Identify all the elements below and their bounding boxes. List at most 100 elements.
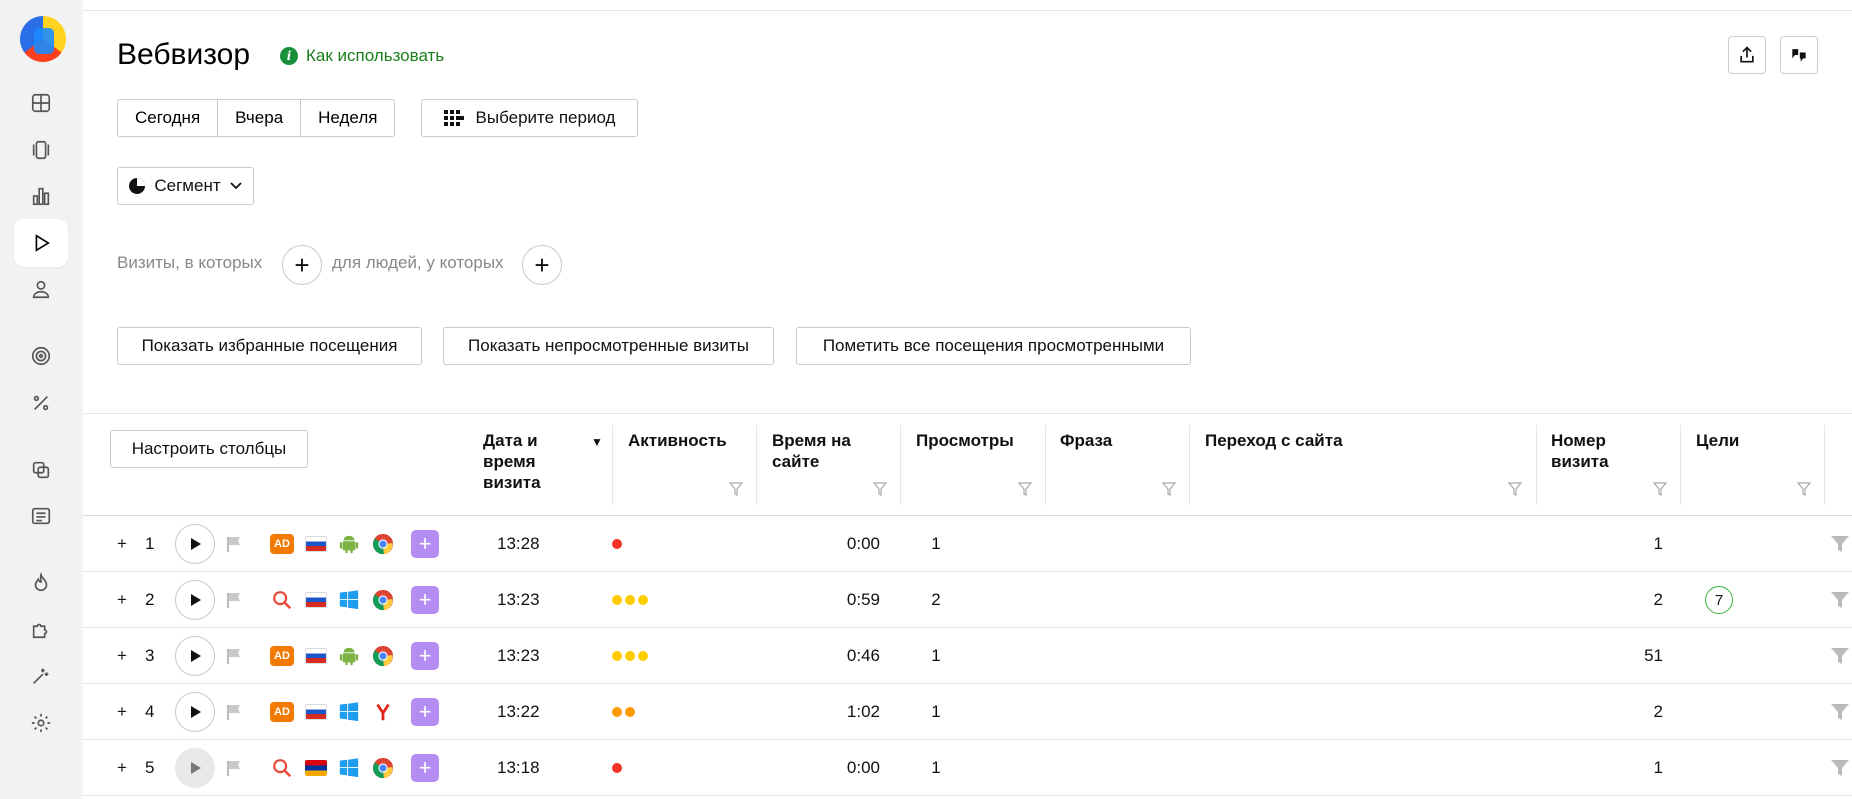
col-time-on-site[interactable]: Время на сайте <box>772 430 851 472</box>
visit-number: 2 <box>1653 702 1663 721</box>
filter-icon[interactable] <box>729 482 743 496</box>
add-people-filter-button[interactable]: + <box>522 245 562 285</box>
col-divider <box>1536 425 1537 505</box>
add-tag-button[interactable]: + <box>411 754 439 782</box>
play-button[interactable] <box>175 636 215 676</box>
favorite-flag-icon[interactable] <box>225 628 243 684</box>
windows-os-icon <box>338 572 360 628</box>
segments-icon[interactable] <box>14 446 68 494</box>
play-button[interactable] <box>175 524 215 564</box>
show-favorites-button[interactable]: Показать избранные посещения <box>117 327 422 365</box>
dashboard-icon[interactable] <box>14 79 68 127</box>
col-divider <box>1680 425 1681 505</box>
row-filter-icon[interactable] <box>1830 684 1850 740</box>
filter-icon[interactable] <box>1797 482 1811 496</box>
row-filter-icon[interactable] <box>1830 516 1850 572</box>
configure-columns-button[interactable]: Настроить столбцы <box>110 430 308 468</box>
sort-desc-icon[interactable]: ▼ <box>591 432 603 453</box>
row-filter-icon[interactable] <box>1830 740 1850 796</box>
reports-icon[interactable] <box>14 172 68 220</box>
ad-source-icon: AD <box>270 702 294 722</box>
country-flag-icon <box>305 592 327 608</box>
audience-icon[interactable] <box>14 265 68 313</box>
filter-icon[interactable] <box>873 482 887 496</box>
row-filter-icon[interactable] <box>1830 628 1850 684</box>
people-filter-label: для людей, у которых <box>332 253 504 272</box>
share-button[interactable] <box>1728 36 1766 74</box>
webvisor-icon[interactable] <box>14 219 68 267</box>
play-icon <box>191 594 201 606</box>
filter-icon[interactable] <box>1508 482 1522 496</box>
sidebar <box>0 0 83 799</box>
table-row[interactable]: +1 AD +13:28 0:00 1 1 <box>83 516 1852 572</box>
settings-list-icon[interactable] <box>14 492 68 540</box>
expand-row-button[interactable]: + <box>117 628 127 684</box>
choose-period-button[interactable]: Выберите период <box>421 99 638 137</box>
fire-icon[interactable] <box>14 559 68 607</box>
col-phrase[interactable]: Фраза <box>1060 430 1112 451</box>
play-button[interactable] <box>175 580 215 620</box>
magic-icon[interactable] <box>14 652 68 700</box>
period-week[interactable]: Неделя <box>301 100 394 136</box>
add-visit-filter-button[interactable]: + <box>282 245 322 285</box>
add-tag-button[interactable]: + <box>411 642 439 670</box>
filter-icon[interactable] <box>1018 482 1032 496</box>
expand-row-button[interactable]: + <box>117 516 127 572</box>
add-tag-button[interactable]: + <box>411 586 439 614</box>
android-os-icon <box>338 628 360 684</box>
views-count: 2 <box>931 590 941 609</box>
filter-icon[interactable] <box>1653 482 1667 496</box>
col-views[interactable]: Просмотры <box>916 430 1014 451</box>
goals-icon[interactable] <box>14 332 68 380</box>
percent-icon[interactable] <box>14 379 68 427</box>
country-flag-icon <box>305 704 327 720</box>
country-flag-icon <box>305 536 327 552</box>
period-today[interactable]: Сегодня <box>118 100 219 136</box>
period-selector: Сегодня Вчера Неделя <box>117 99 396 137</box>
row-filter-icon[interactable] <box>1830 572 1850 628</box>
expand-row-button[interactable]: + <box>117 740 127 796</box>
visit-number: 1 <box>1653 758 1663 777</box>
gear-icon[interactable] <box>14 699 68 747</box>
activity-indicator <box>612 763 622 773</box>
col-activity[interactable]: Активность <box>628 430 727 451</box>
table-row[interactable]: +4 AD +13:22 1:02 1 2 <box>83 684 1852 740</box>
feedback-button[interactable] <box>1780 36 1818 74</box>
add-tag-button[interactable]: + <box>411 698 439 726</box>
favorite-flag-icon[interactable] <box>225 572 243 628</box>
goals-badge[interactable]: 7 <box>1705 586 1733 614</box>
table-row[interactable]: +2 +13:23 0:59 2 2 7 <box>83 572 1852 628</box>
add-tag-button[interactable]: + <box>411 530 439 558</box>
col-visit-number[interactable]: Номер визита <box>1551 430 1609 472</box>
puzzle-icon[interactable] <box>14 605 68 653</box>
col-goals[interactable]: Цели <box>1696 430 1739 451</box>
ad-source-icon: AD <box>270 534 294 554</box>
row-index: 4 <box>145 702 155 721</box>
favorite-flag-icon[interactable] <box>225 684 243 740</box>
expand-row-button[interactable]: + <box>117 572 127 628</box>
favorite-flag-icon[interactable] <box>225 516 243 572</box>
col-datetime[interactable]: Дата и время визита <box>483 430 541 493</box>
col-referrer[interactable]: Переход с сайта <box>1205 430 1343 451</box>
segment-button[interactable]: Сегмент <box>117 167 254 205</box>
visit-time: 13:23 <box>497 590 540 609</box>
show-unviewed-button[interactable]: Показать непросмотренные визиты <box>443 327 774 365</box>
play-button[interactable] <box>175 748 215 788</box>
col-divider <box>612 425 613 505</box>
table-row[interactable]: +3 AD +13:23 0:46 1 51 <box>83 628 1852 684</box>
play-button[interactable] <box>175 692 215 732</box>
table-row[interactable]: +5 +13:18 0:00 1 1 <box>83 740 1852 796</box>
howto-link[interactable]: i Как использовать <box>280 46 444 66</box>
windows-os-icon <box>338 740 360 796</box>
col-datetime-l3: визита <box>483 473 541 492</box>
favorite-flag-icon[interactable] <box>225 740 243 796</box>
views-count: 1 <box>931 702 941 721</box>
metrica-logo[interactable] <box>20 16 66 62</box>
expand-row-button[interactable]: + <box>117 684 127 740</box>
pie-icon <box>129 178 146 194</box>
sessions-icon[interactable] <box>14 126 68 174</box>
filter-icon[interactable] <box>1162 482 1176 496</box>
mark-all-viewed-button[interactable]: Пометить все посещения просмотренными <box>796 327 1191 365</box>
period-yesterday[interactable]: Вчера <box>218 100 302 136</box>
activity-indicator <box>612 651 648 661</box>
